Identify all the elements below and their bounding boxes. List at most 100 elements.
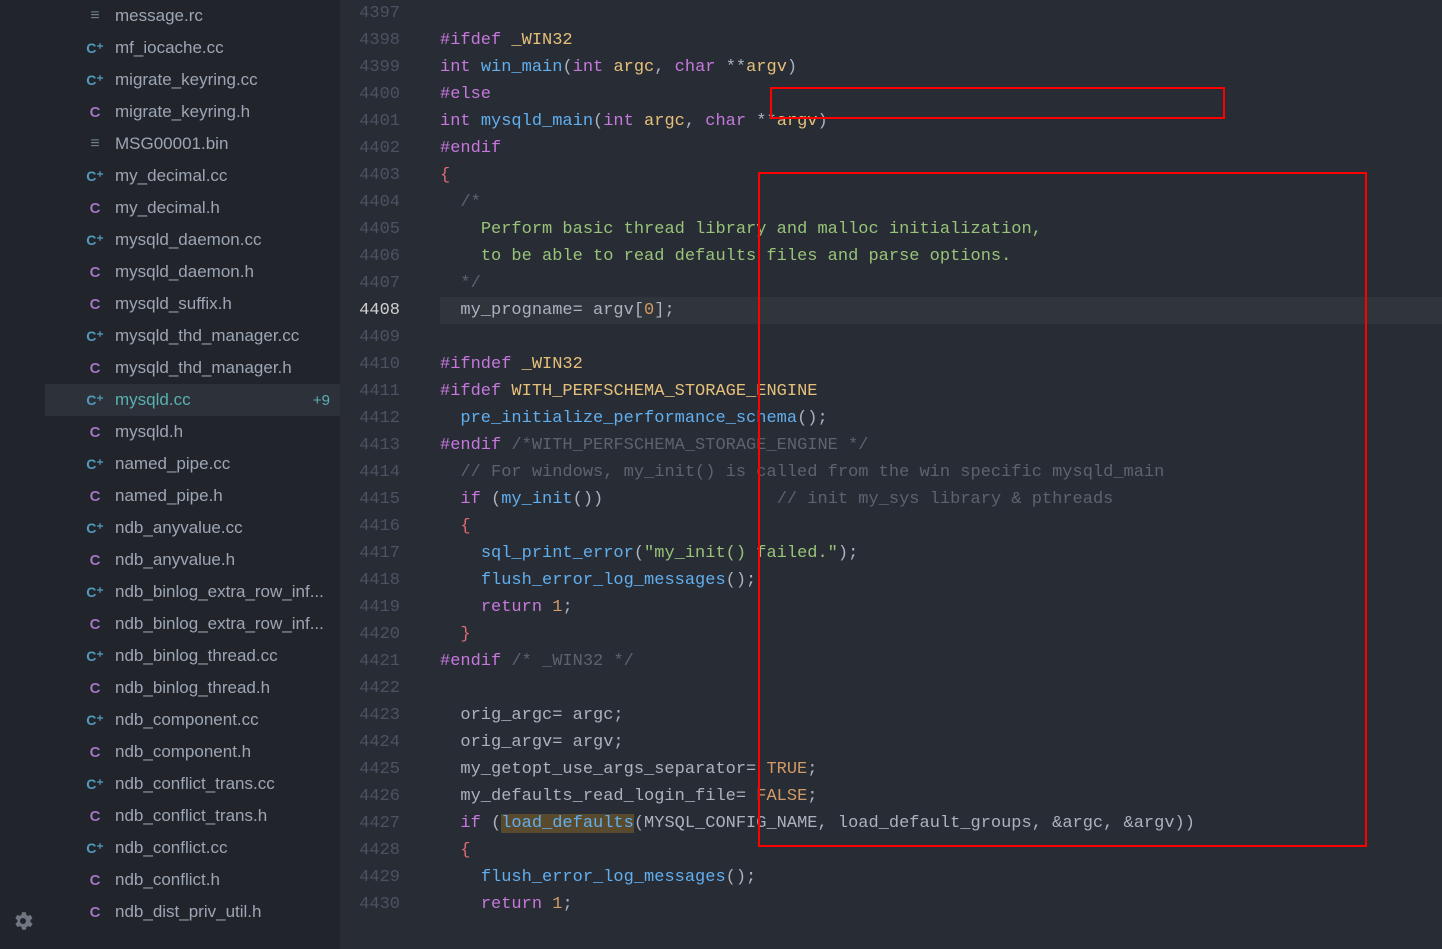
code-line[interactable]: #endif /* _WIN32 */ xyxy=(440,648,1442,675)
file-ndb_binlog_extra_row_inf...[interactable]: C⁺ndb_binlog_extra_row_inf... xyxy=(45,576,340,608)
code-area[interactable]: #ifdef _WIN32int win_main(int argc, char… xyxy=(432,0,1442,949)
file-ndb_binlog_thread.h[interactable]: Cndb_binlog_thread.h xyxy=(45,672,340,704)
token xyxy=(440,841,460,860)
token: if xyxy=(460,490,480,509)
token xyxy=(440,625,460,644)
code-line[interactable]: flush_error_log_messages(); xyxy=(440,567,1442,594)
token: "my_init() failed." xyxy=(644,544,838,563)
code-line[interactable]: pre_initialize_performance_schema(); xyxy=(440,405,1442,432)
file-ndb_binlog_extra_row_inf...[interactable]: Cndb_binlog_extra_row_inf... xyxy=(45,608,340,640)
line-number: 4412 xyxy=(340,405,432,432)
file-ndb_conflict_trans.cc[interactable]: C⁺ndb_conflict_trans.cc xyxy=(45,768,340,800)
code-line[interactable]: orig_argv= argv; xyxy=(440,729,1442,756)
code-line[interactable]: my_defaults_read_login_file= FALSE; xyxy=(440,783,1442,810)
file-mysqld_daemon.cc[interactable]: C⁺mysqld_daemon.cc xyxy=(45,224,340,256)
code-line[interactable]: int mysqld_main(int argc, char **argv) xyxy=(440,108,1442,135)
token: (MYSQL_CONFIG_NAME, load_default_groups,… xyxy=(634,814,1195,833)
gutter: 4397439843994400440144024403440444054406… xyxy=(340,0,432,949)
cpp-icon: C⁺ xyxy=(85,838,105,858)
code-line[interactable]: Perform basic thread library and malloc … xyxy=(440,216,1442,243)
token: 0 xyxy=(644,301,654,320)
file-mysqld.h[interactable]: Cmysqld.h xyxy=(45,416,340,448)
code-line[interactable]: return 1; xyxy=(440,594,1442,621)
file-ndb_conflict.h[interactable]: Cndb_conflict.h xyxy=(45,864,340,896)
token: (); xyxy=(797,409,828,428)
file-label: mysqld_thd_manager.cc xyxy=(115,326,299,346)
line-number: 4413 xyxy=(340,432,432,459)
code-line[interactable]: if (my_init()) // init my_sys library & … xyxy=(440,486,1442,513)
file-ndb_component.cc[interactable]: C⁺ndb_component.cc xyxy=(45,704,340,736)
token: int xyxy=(440,112,481,131)
file-tree[interactable]: ≡message.rcC⁺mf_iocache.ccC⁺migrate_keyr… xyxy=(45,0,340,949)
file-named_pipe.cc[interactable]: C⁺named_pipe.cc xyxy=(45,448,340,480)
token: ) xyxy=(787,58,797,77)
token: #ifdef xyxy=(440,31,511,50)
file-mysqld.cc[interactable]: C⁺mysqld.cc+9 xyxy=(45,384,340,416)
file-label: my_decimal.h xyxy=(115,198,220,218)
file-mysqld_daemon.h[interactable]: Cmysqld_daemon.h xyxy=(45,256,340,288)
file-ndb_anyvalue.h[interactable]: Cndb_anyvalue.h xyxy=(45,544,340,576)
code-line[interactable]: #ifndef _WIN32 xyxy=(440,351,1442,378)
code-line[interactable]: return 1; xyxy=(440,891,1442,918)
code-line[interactable]: */ xyxy=(440,270,1442,297)
code-line[interactable]: sql_print_error("my_init() failed."); xyxy=(440,540,1442,567)
file-label: ndb_conflict_trans.cc xyxy=(115,774,275,794)
token: ()) xyxy=(573,490,777,509)
file-ndb_anyvalue.cc[interactable]: C⁺ndb_anyvalue.cc xyxy=(45,512,340,544)
file-migrate_keyring.h[interactable]: Cmigrate_keyring.h xyxy=(45,96,340,128)
line-number: 4429 xyxy=(340,864,432,891)
file-label: ndb_binlog_thread.h xyxy=(115,678,270,698)
token: ; xyxy=(562,895,572,914)
file-my_decimal.cc[interactable]: C⁺my_decimal.cc xyxy=(45,160,340,192)
code-line[interactable]: if (load_defaults(MYSQL_CONFIG_NAME, loa… xyxy=(440,810,1442,837)
token: int xyxy=(440,58,481,77)
file-mysqld_suffix.h[interactable]: Cmysqld_suffix.h xyxy=(45,288,340,320)
c-header-icon: C xyxy=(85,678,105,698)
token xyxy=(440,274,460,293)
file-migrate_keyring.cc[interactable]: C⁺migrate_keyring.cc xyxy=(45,64,340,96)
token: argv xyxy=(777,112,818,131)
code-line[interactable]: { xyxy=(440,513,1442,540)
code-line[interactable]: /* xyxy=(440,189,1442,216)
code-line[interactable]: { xyxy=(440,837,1442,864)
file-my_decimal.h[interactable]: Cmy_decimal.h xyxy=(45,192,340,224)
file-label: message.rc xyxy=(115,6,203,26)
gear-icon[interactable] xyxy=(11,909,35,939)
file-ndb_component.h[interactable]: Cndb_component.h xyxy=(45,736,340,768)
code-line[interactable]: my_progname= argv[0]; xyxy=(440,297,1442,324)
file-mf_iocache.cc[interactable]: C⁺mf_iocache.cc xyxy=(45,32,340,64)
file-ndb_dist_priv_util.h[interactable]: Cndb_dist_priv_util.h xyxy=(45,896,340,928)
code-line[interactable]: { xyxy=(440,162,1442,189)
code-line[interactable]: #else xyxy=(440,81,1442,108)
code-line[interactable]: flush_error_log_messages(); xyxy=(440,864,1442,891)
code-line[interactable]: } xyxy=(440,621,1442,648)
token: my_init xyxy=(501,490,572,509)
file-mysqld_thd_manager.h[interactable]: Cmysqld_thd_manager.h xyxy=(45,352,340,384)
code-line[interactable]: #endif /*WITH_PERFSCHEMA_STORAGE_ENGINE … xyxy=(440,432,1442,459)
c-header-icon: C xyxy=(85,902,105,922)
code-line[interactable]: orig_argc= argc; xyxy=(440,702,1442,729)
file-ndb_conflict_trans.h[interactable]: Cndb_conflict_trans.h xyxy=(45,800,340,832)
code-editor[interactable]: 4397439843994400440144024403440444054406… xyxy=(340,0,1442,949)
code-line[interactable]: to be able to read defaults files and pa… xyxy=(440,243,1442,270)
file-ndb_conflict.cc[interactable]: C⁺ndb_conflict.cc xyxy=(45,832,340,864)
file-named_pipe.h[interactable]: Cnamed_pipe.h xyxy=(45,480,340,512)
token: ; xyxy=(562,598,572,617)
code-line[interactable] xyxy=(440,324,1442,351)
code-line[interactable]: #endif xyxy=(440,135,1442,162)
code-line[interactable] xyxy=(440,0,1442,27)
token: #ifndef xyxy=(440,355,522,374)
code-line[interactable]: #ifdef _WIN32 xyxy=(440,27,1442,54)
file-MSG00001.bin[interactable]: ≡MSG00001.bin xyxy=(45,128,340,160)
code-line[interactable] xyxy=(440,675,1442,702)
code-line[interactable]: int win_main(int argc, char **argv) xyxy=(440,54,1442,81)
c-header-icon: C xyxy=(85,742,105,762)
code-line[interactable]: // For windows, my_init() is called from… xyxy=(440,459,1442,486)
cpp-icon: C⁺ xyxy=(85,518,105,538)
file-mysqld_thd_manager.cc[interactable]: C⁺mysqld_thd_manager.cc xyxy=(45,320,340,352)
file-message.rc[interactable]: ≡message.rc xyxy=(45,0,340,32)
code-line[interactable]: my_getopt_use_args_separator= TRUE; xyxy=(440,756,1442,783)
code-line[interactable]: #ifdef WITH_PERFSCHEMA_STORAGE_ENGINE xyxy=(440,378,1442,405)
file-ndb_binlog_thread.cc[interactable]: C⁺ndb_binlog_thread.cc xyxy=(45,640,340,672)
token: // init my_sys library & pthreads xyxy=(777,490,1114,509)
